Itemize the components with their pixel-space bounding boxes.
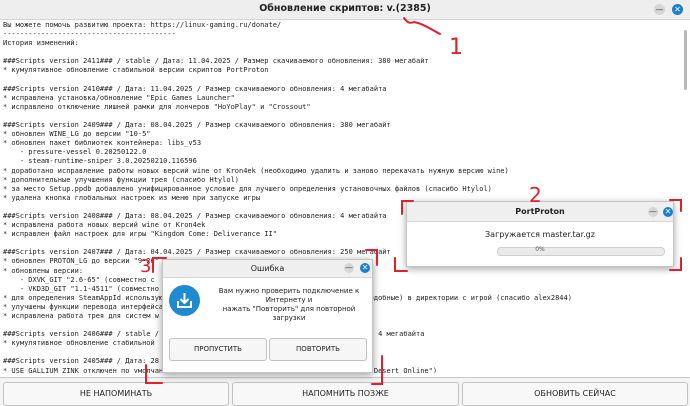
changelog-line: ###Scripts version 2409### / Дата: 08.04… <box>3 121 391 130</box>
changelog-line: * дополнительные улучшения функции трея … <box>3 175 240 184</box>
changelog-line: - pressure-vessel 0.20250122.0 <box>3 148 147 157</box>
changelog-line: ###Scripts version 2411### / stable / Да… <box>3 57 429 66</box>
changelog-line: Вы можете помочь развитию проекта: https… <box>3 21 282 29</box>
changelog-line: * исправлено отключение лишней рамки для… <box>3 102 311 111</box>
remind-later-button[interactable]: НАПОМНИТЬ ПОЗЖЕ <box>232 382 459 406</box>
changelog-line: ----------------------------------------… <box>3 30 176 39</box>
changelog-line: * обновлен пакет библиотек контейнера: l… <box>3 139 202 148</box>
changelog-line <box>3 112 687 121</box>
download-progress-label: 0% <box>535 246 545 253</box>
no-remind-button[interactable]: НЕ НАПОМИНАТЬ <box>3 382 229 406</box>
error-message: Вам нужно проверить подключение к Интерн… <box>209 287 369 323</box>
error-dialog: Ошибка — ✕ Вам нужно проверить подключен… <box>162 259 373 373</box>
minimize-icon[interactable]: — <box>648 207 658 217</box>
skip-button[interactable]: ПРОПУСТИТЬ <box>169 338 267 361</box>
changelog-line <box>3 48 687 57</box>
error-dialog-title: Ошибка <box>250 264 285 273</box>
footer-bar: НЕ НАПОМИНАТЬ НАПОМНИТЬ ПОЗЖЕ ОБНОВИТЬ С… <box>0 377 690 406</box>
changelog-line: ###Scripts version 2410### / Дата: 11.04… <box>3 84 387 93</box>
portproton-dialog-titlebar: PortProton — ✕ <box>407 202 673 222</box>
scrollbar-thumb[interactable] <box>684 30 687 90</box>
error-message-line: нажать "Повторить" для повторной загрузк… <box>222 305 356 322</box>
error-message-line: Интернету и <box>265 296 313 304</box>
minimize-icon[interactable]: — <box>344 263 354 273</box>
window-title: Обновление скриптов: v.(2385) <box>259 3 431 14</box>
update-now-button[interactable]: ОБНОВИТЬ СЕЙЧАС <box>462 382 688 406</box>
changelog-line: - steam-runtime-sniper 3.0.20250210.1165… <box>3 157 197 166</box>
error-message-line: Вам нужно проверить подключение к <box>218 287 360 295</box>
changelog-line: * кумулятивное обновление стабильной вер… <box>3 66 269 75</box>
close-icon[interactable]: ✕ <box>663 207 673 217</box>
error-dialog-titlebar: Ошибка — ✕ <box>163 260 372 278</box>
retry-button[interactable]: ПОВТОРИТЬ <box>269 338 367 361</box>
changelog-line: * обновлен WINE_LG до версии "10-5" <box>3 130 151 139</box>
close-icon[interactable]: ✕ <box>360 263 370 273</box>
changelog-line: * исправлена установка/обновление "Epic … <box>3 93 235 102</box>
changelog-line <box>3 76 687 85</box>
changelog-line: История изменений: <box>3 39 79 48</box>
download-status-text: Загружается master.tar.gz <box>485 230 595 239</box>
portproton-download-dialog: PortProton — ✕ Загружается master.tar.gz… <box>406 201 674 267</box>
changelog-line: * за место Setup.ppdb добавлено унифицир… <box>3 184 492 193</box>
minimize-icon[interactable]: — <box>654 4 665 15</box>
portproton-dialog-title: PortProton <box>515 207 565 216</box>
close-icon[interactable]: ✕ <box>672 4 683 15</box>
window-titlebar: Обновление скриптов: v.(2385) — ✕ <box>0 0 690 20</box>
download-icon <box>169 285 200 316</box>
changelog-line: * доработано исправление работы новых ве… <box>3 166 509 175</box>
